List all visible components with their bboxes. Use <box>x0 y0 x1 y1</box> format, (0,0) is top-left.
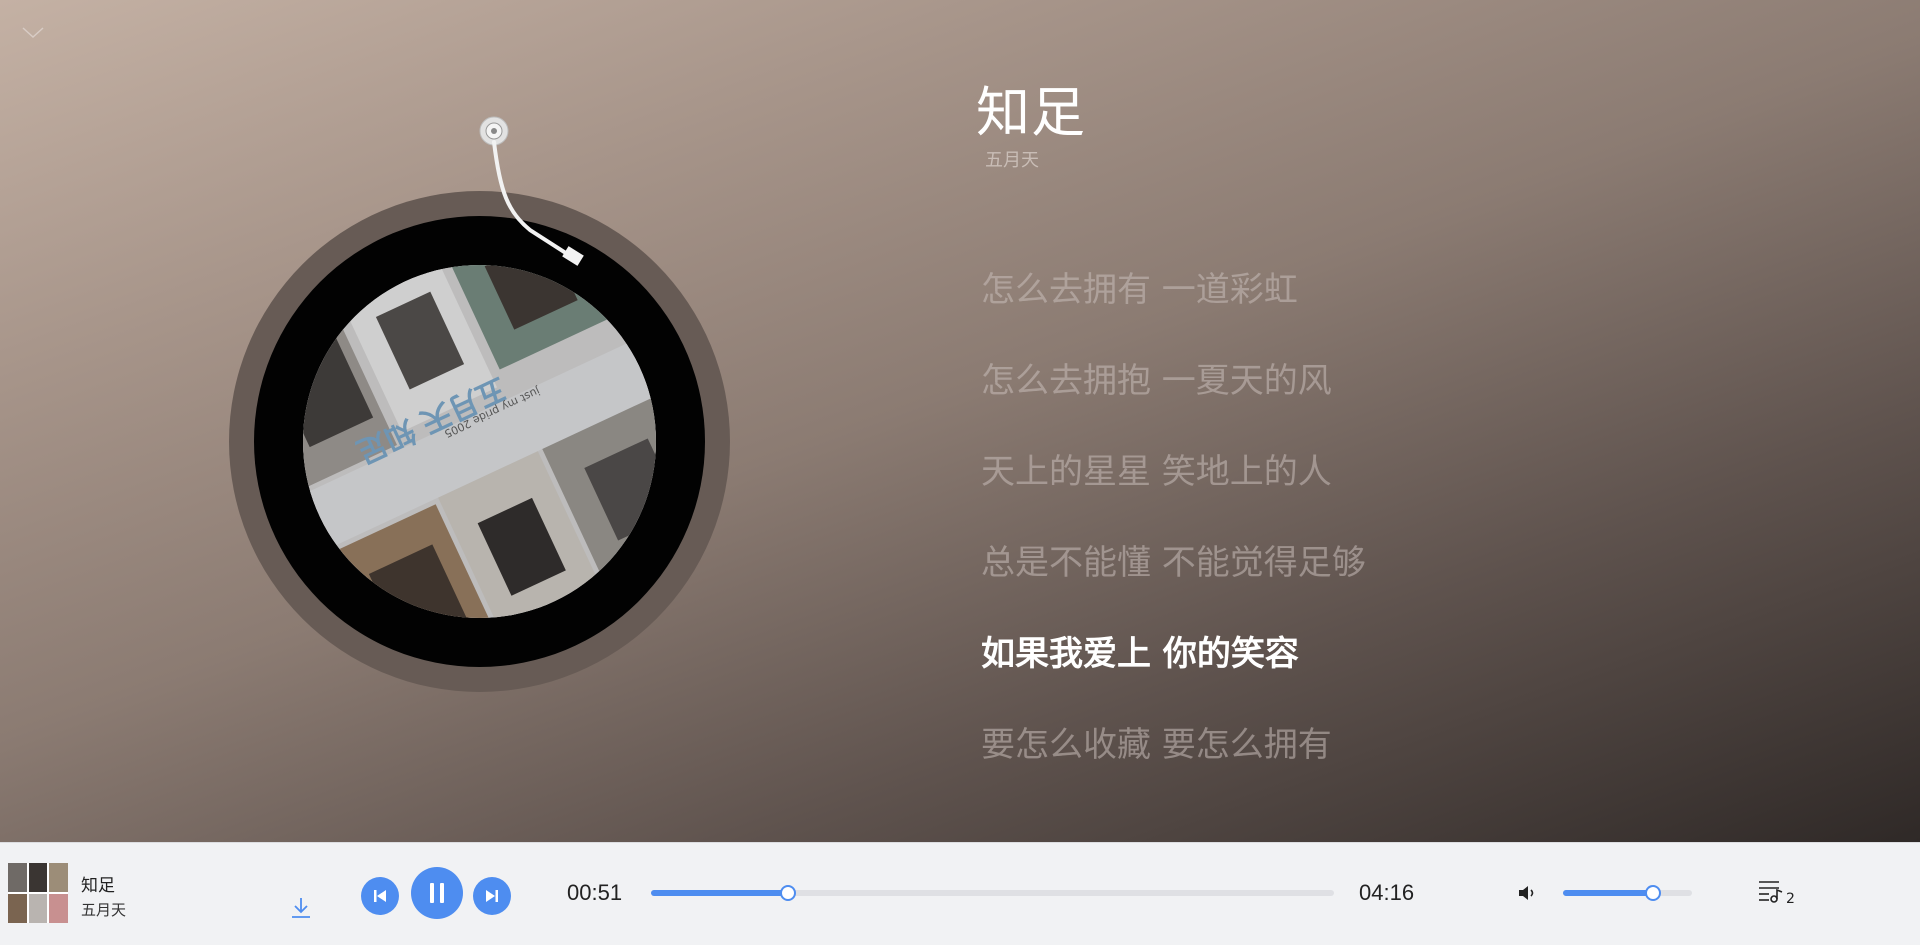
queue-count: 2 <box>1786 891 1795 907</box>
skip-next-icon <box>486 890 498 902</box>
tonearm <box>479 116 584 266</box>
progress-bar[interactable] <box>651 885 1334 901</box>
mini-album-cover[interactable] <box>8 863 68 923</box>
player-song-artist[interactable]: 五月天 <box>81 899 126 920</box>
volume-slider[interactable] <box>1563 885 1692 901</box>
progress-handle[interactable] <box>779 885 796 901</box>
song-artist: 五月天 <box>985 150 1039 171</box>
lyric-line: 怎么去拥有 一道彩虹 <box>981 270 1298 310</box>
lyrics-panel: 怎么去拥有 一道彩虹 怎么去拥抱 一夏天的风 天上的星星 笑地上的人 总是不能懂… <box>981 262 1681 808</box>
volume-button[interactable] <box>1516 881 1540 905</box>
lyric-line: 要怎么收藏 要怎么拥有 <box>981 725 1332 765</box>
chevron-down-icon <box>22 27 44 39</box>
playlist-icon <box>1759 881 1783 903</box>
volume-fill <box>1563 890 1654 896</box>
lyric-line: 总是不能懂 不能觉得足够 <box>981 543 1366 583</box>
pause-icon <box>430 883 444 903</box>
play-pause-button[interactable] <box>411 867 463 919</box>
download-icon <box>292 898 310 918</box>
lyric-line: 怎么去拥抱 一夏天的风 <box>981 361 1332 401</box>
player-song-title[interactable]: 知足 <box>81 871 115 896</box>
total-time: 04:16 <box>1359 880 1415 905</box>
download-button[interactable] <box>288 895 314 921</box>
current-time: 00:51 <box>567 880 623 905</box>
previous-track-button[interactable] <box>361 877 399 915</box>
skip-previous-icon <box>374 890 386 902</box>
collapse-button[interactable] <box>18 18 48 48</box>
lyric-line: 天上的星星 笑地上的人 <box>981 452 1332 492</box>
lyric-line-current: 如果我爱上 你的笑容 <box>981 634 1299 674</box>
next-track-button[interactable] <box>473 877 511 915</box>
album-cover: 五月天 知足 just my pride 2005 <box>303 265 656 618</box>
song-title: 知足 <box>976 81 1086 144</box>
speaker-icon <box>1519 886 1534 900</box>
progress-fill <box>651 890 788 896</box>
now-playing-view: 五月天 知足 just my pride 2005 知足 五月天 怎么去拥有 一… <box>0 0 1920 842</box>
